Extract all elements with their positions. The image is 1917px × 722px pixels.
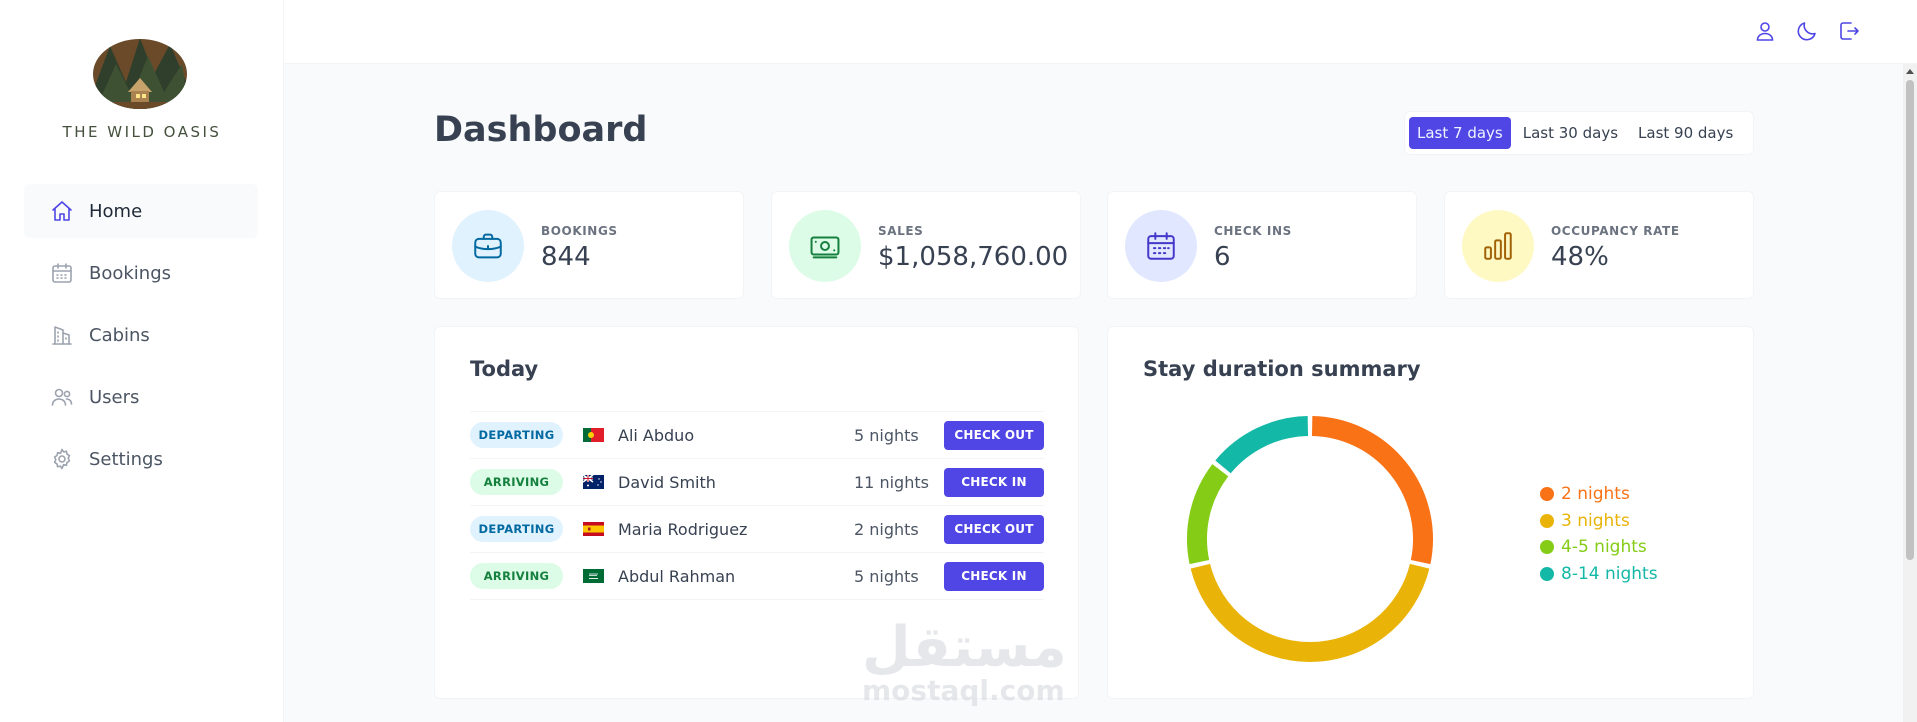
guest-name: David Smith [618,472,716,492]
australia-flag [583,475,604,489]
legend-dot [1540,487,1554,502]
legend-label: 8-14 nights [1561,563,1658,584]
user-icon[interactable] [1753,19,1777,43]
legend-item: 4-5 nights [1540,534,1658,561]
calendar-days-icon [1147,232,1175,260]
list-item: DEPARTING Maria Rodriguez 2 nights CHECK… [470,506,1044,553]
calendar-icon [52,263,72,283]
logout-icon[interactable] [1837,19,1861,43]
building-icon [52,326,72,345]
home-icon [52,201,72,221]
page-title: Dashboard [434,110,648,150]
saudi-arabia-flag [583,569,604,583]
spain-flag [583,522,604,536]
legend-item: 3 nights [1540,508,1658,535]
briefcase-icon [474,233,502,259]
sidebar-item-label: Settings [89,448,163,470]
stat-value: 844 [541,242,591,272]
stat-sales: SALES $1,058,760.00 [771,191,1081,299]
sidebar-item-label: Home [89,200,143,222]
stat-value: 6 [1214,242,1231,272]
activity-list: DEPARTING Ali Abduo 5 nights CHECK OUT A… [470,411,1044,600]
legend-item: 2 nights [1540,481,1658,508]
legend-dot [1540,513,1554,528]
legend-label: 4-5 nights [1561,537,1647,558]
stat-label: BOOKINGS [541,224,618,238]
donut-slice-8-14-nights[interactable] [1215,416,1309,474]
donut-slice-3-nights[interactable] [1190,563,1430,662]
stat-label: SALES [878,224,924,238]
list-item: ARRIVING Abdul Rahman 5 nights CHECK IN [470,553,1044,600]
legend-label: 3 nights [1561,510,1630,531]
moon-icon[interactable] [1795,19,1819,43]
logo [92,34,188,110]
sidebar-nav: Home Bookings Cabins Users Settings [24,184,258,494]
chart-bar-icon [1484,232,1512,260]
legend-dot [1540,566,1554,581]
today-title: Today [470,357,539,381]
sidebar-item-bookings[interactable]: Bookings [24,246,258,300]
stat-icon-circle [789,210,861,282]
scroll-up-arrow[interactable] [1906,69,1914,74]
filter-last-90-days[interactable]: Last 90 days [1630,117,1741,149]
list-item: ARRIVING David Smith 11 nights CHECK IN [470,459,1044,506]
legend-dot [1540,540,1554,555]
legend-item: 8-14 nights [1540,561,1658,588]
nights: 11 nights [854,472,929,492]
status-tag: DEPARTING [470,422,563,448]
stat-bookings: BOOKINGS 844 [434,191,744,299]
legend-label: 2 nights [1561,484,1630,505]
today-panel: Today DEPARTING Ali Abduo 5 nights CHECK… [434,326,1079,699]
donut-chart [1187,416,1433,662]
stat-value: 48% [1551,242,1609,272]
donut-slice-2-nights[interactable] [1311,416,1433,565]
stat-check-ins: CHECK INS 6 [1107,191,1417,299]
banknotes-icon [810,236,840,259]
status-tag: ARRIVING [470,469,563,495]
guest-name: Maria Rodriguez [618,519,748,539]
scroll-thumb[interactable] [1906,80,1914,560]
donut-slice-4-5-nights[interactable] [1187,464,1229,565]
sidebar-item-label: Bookings [89,262,172,284]
nights: 5 nights [854,425,919,445]
sidebar-item-label: Users [89,386,140,408]
duration-panel: Stay duration summary 2 nights 3 nights 4-… [1107,326,1754,699]
sidebar-item-label: Cabins [89,324,150,346]
status-tag: ARRIVING [470,563,563,589]
sidebar-item-users[interactable]: Users [24,370,258,424]
guest-name: Abdul Rahman [618,566,736,586]
gear-icon [53,448,71,470]
filter-last-30-days[interactable]: Last 30 days [1515,117,1626,149]
sidebar: THE WILD OASIS Home Bookings Cabins User… [0,0,284,722]
nights: 5 nights [854,566,919,586]
stat-icon-circle [452,210,524,282]
stat-label: OCCUPANCY RATE [1551,224,1680,238]
sidebar-item-settings[interactable]: Settings [24,432,258,486]
chart-legend: 2 nights 3 nights 4-5 nights 8-14 nights [1540,481,1658,587]
filter-last-7-days[interactable]: Last 7 days [1409,117,1511,149]
duration-title: Stay duration summary [1143,357,1421,381]
stat-label: CHECK INS [1214,224,1292,238]
guest-name: Ali Abduo [618,425,695,445]
nights: 2 nights [854,519,919,539]
check-in-button[interactable]: CHECK IN [944,561,1044,591]
stat-occupancy-rate: OCCUPANCY RATE 48% [1444,191,1754,299]
scrollbar[interactable] [1903,64,1917,722]
stat-value: $1,058,760.00 [878,242,1069,272]
stat-icon-circle [1125,210,1197,282]
app-name: THE WILD OASIS [62,123,222,141]
list-item: DEPARTING Ali Abduo 5 nights CHECK OUT [470,412,1044,459]
status-tag: DEPARTING [470,516,563,542]
date-filter: Last 7 days Last 30 days Last 90 days [1404,111,1754,155]
check-out-button[interactable]: CHECK OUT [944,420,1044,450]
stat-icon-circle [1462,210,1534,282]
check-in-button[interactable]: CHECK IN [944,467,1044,497]
check-out-button[interactable]: CHECK OUT [944,514,1044,544]
users-icon [51,388,73,406]
portugal-flag [583,428,604,442]
sidebar-item-cabins[interactable]: Cabins [24,308,258,362]
top-header [284,0,1917,64]
sidebar-item-home[interactable]: Home [24,184,258,238]
